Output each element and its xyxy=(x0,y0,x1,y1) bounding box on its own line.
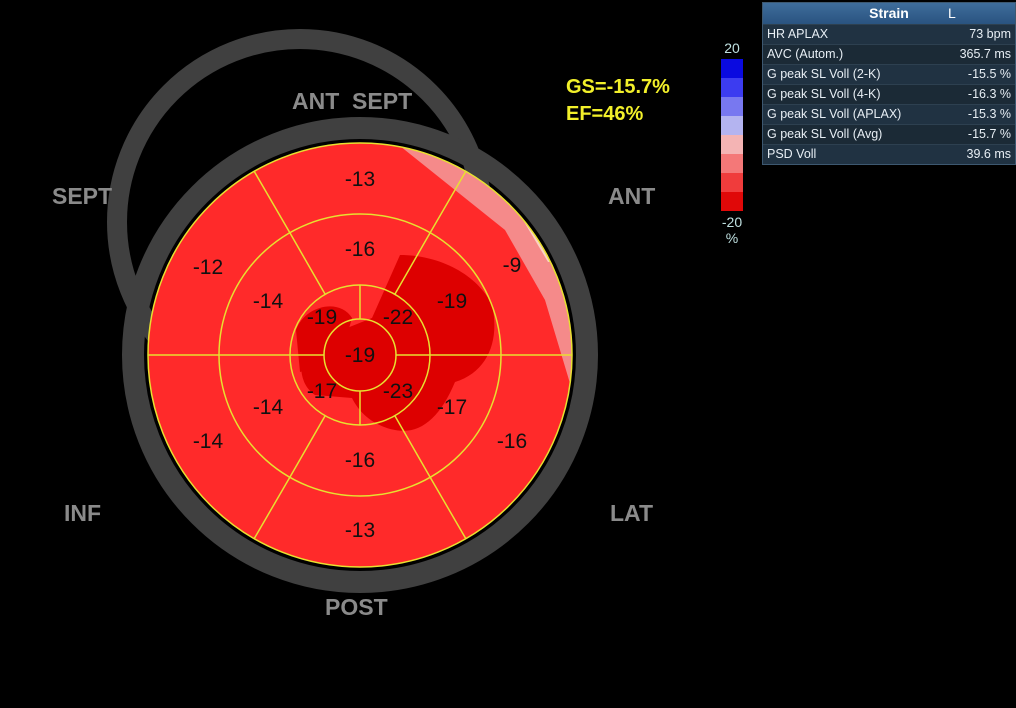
measurement-value: -15.5 % xyxy=(967,67,1011,81)
segment-basal-inferoseptal: -14 xyxy=(193,430,224,453)
segment-basal-inferior: -13 xyxy=(345,519,375,542)
view-label-ant-sept: ANT SEPT xyxy=(292,88,413,114)
segment-mid-anterolateral: -19 xyxy=(437,290,467,313)
scale-swatch xyxy=(721,59,743,78)
scale-swatch xyxy=(721,78,743,97)
segment-mid-inferior: -16 xyxy=(345,449,375,472)
strain-panel: Strain L HR APLAX 73 bpm AVC (Autom.) 365.7… xyxy=(762,2,1016,165)
measurement-row[interactable]: HR APLAX 73 bpm xyxy=(763,24,1015,44)
strain-panel-side-marker: L xyxy=(948,5,956,21)
segment-apical-lateral: -23 xyxy=(383,380,413,403)
strain-panel-rows: HR APLAX 73 bpm AVC (Autom.) 365.7 ms G peak… xyxy=(763,24,1015,164)
measurement-row[interactable]: AVC (Autom.) 365.7 ms xyxy=(763,44,1015,64)
view-label-ant: ANT xyxy=(608,183,656,209)
scale-bar xyxy=(721,59,743,211)
measurement-label: G peak SL Voll (4-K) xyxy=(767,87,881,101)
measurement-label: G peak SL Voll (APLAX) xyxy=(767,107,902,121)
scale-swatch xyxy=(721,116,743,135)
measurement-label: AVC (Autom.) xyxy=(767,47,844,61)
segment-apical-septal: -19 xyxy=(307,306,337,329)
measurement-value: -15.7 % xyxy=(967,127,1011,141)
measurement-row[interactable]: G peak SL Voll (4-K) -16.3 % xyxy=(763,84,1015,104)
measurement-value: 365.7 ms xyxy=(959,47,1011,61)
measurement-label: PSD Voll xyxy=(767,147,817,161)
ejection-fraction-text: EF=46% xyxy=(566,103,644,125)
segment-apical-anterior: -22 xyxy=(383,306,413,329)
strain-panel-header[interactable]: Strain L xyxy=(763,3,1015,24)
color-scale: 20 -20 % xyxy=(721,40,743,246)
segment-apical-inferior: -17 xyxy=(307,380,337,403)
measurement-label: HR APLAX xyxy=(767,27,829,41)
measurement-value: -15.3 % xyxy=(967,107,1011,121)
scale-max-label: 20 xyxy=(724,40,740,56)
measurement-row[interactable]: G peak SL Voll (2-K) -15.5 % xyxy=(763,64,1015,84)
scale-swatch xyxy=(721,154,743,173)
measurement-row[interactable]: PSD Voll 39.6 ms xyxy=(763,144,1015,164)
measurement-value: 39.6 ms xyxy=(966,147,1011,161)
scale-min-label: -20 xyxy=(721,214,743,230)
measurement-value: 73 bpm xyxy=(969,27,1011,41)
strain-panel-title: Strain xyxy=(869,5,909,21)
scale-swatch xyxy=(721,192,743,211)
view-label-inf: INF xyxy=(64,500,102,526)
measurement-row[interactable]: G peak SL Voll (APLAX) -15.3 % xyxy=(763,104,1015,124)
scale-swatch xyxy=(721,97,743,116)
segment-basal-anterolateral: -9 xyxy=(503,254,522,277)
measurement-label: G peak SL Voll (Avg) xyxy=(767,127,883,141)
scale-unit-label: % xyxy=(725,230,739,246)
scale-swatch xyxy=(721,135,743,154)
segment-mid-anteroseptal: -14 xyxy=(253,290,284,313)
measurement-label: G peak SL Voll (2-K) xyxy=(767,67,881,81)
global-strain-text: GS=-15.7% xyxy=(566,76,670,98)
segment-mid-inferoseptal: -14 xyxy=(253,396,284,419)
segment-basal-anteroseptal: -12 xyxy=(193,256,223,279)
view-label-sept: SEPT xyxy=(52,183,113,209)
segment-basal-anterior: -13 xyxy=(345,168,375,191)
measurement-value: -16.3 % xyxy=(967,87,1011,101)
view-label-post: POST xyxy=(325,594,388,620)
scale-swatch xyxy=(721,173,743,192)
measurement-row[interactable]: G peak SL Voll (Avg) -15.7 % xyxy=(763,124,1015,144)
segment-mid-anterior: -16 xyxy=(345,238,375,261)
segment-mid-inferolateral: -17 xyxy=(437,396,467,419)
segment-basal-inferolateral: -16 xyxy=(497,430,527,453)
segment-apex: -19 xyxy=(345,344,375,367)
view-label-lat: LAT xyxy=(610,500,654,526)
